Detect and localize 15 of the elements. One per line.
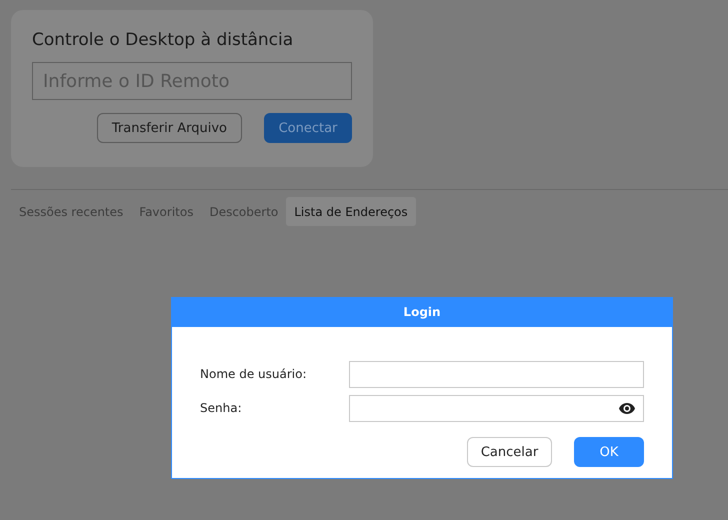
connect-button[interactable]: Conectar: [264, 113, 352, 143]
dialog-title: Login: [172, 298, 672, 327]
transfer-file-button[interactable]: Transferir Arquivo: [96, 113, 242, 143]
card-title: Controle o Desktop à distância: [32, 30, 294, 50]
tab[interactable]: Sessões recentes: [11, 197, 132, 226]
field-label: Nome de usuário:: [200, 367, 308, 381]
tab[interactable]: Favoritos: [131, 197, 202, 226]
cancel-button[interactable]: Cancelar: [467, 437, 552, 467]
ok-button[interactable]: OK: [574, 437, 644, 467]
password-field[interactable]: [348, 394, 644, 422]
tab[interactable]: Descoberto: [201, 197, 286, 226]
username-field[interactable]: [348, 360, 644, 388]
tab[interactable]: Lista de Endereços: [286, 197, 416, 226]
field-label: Senha:: [200, 401, 243, 415]
eye-icon[interactable]: [619, 402, 635, 414]
